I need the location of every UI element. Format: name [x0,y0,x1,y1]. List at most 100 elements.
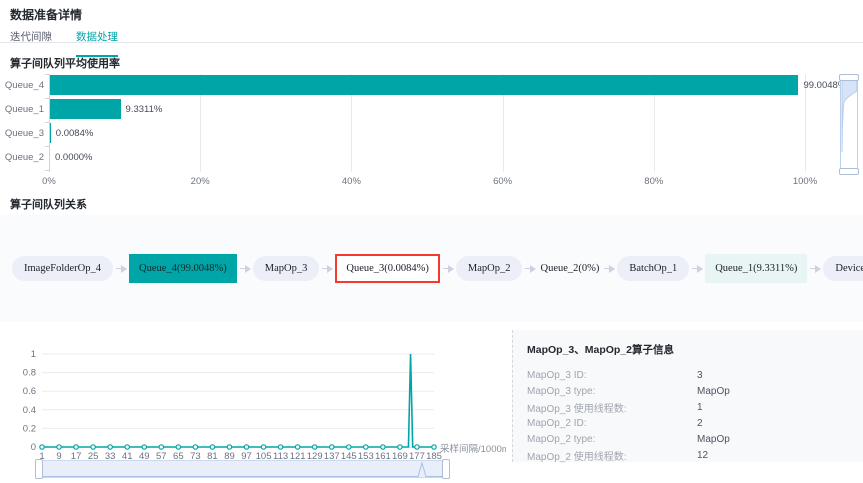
line-chart-data-marker[interactable] [193,445,197,449]
tab-data-processing[interactable]: 数据处理 [76,29,118,57]
info-row-value: MapOp [697,386,730,397]
info-row: MapOp_2 使用线程数:12 [527,447,851,463]
bar-category-label: Queue_3 [0,128,44,139]
usage-bar-queue_3[interactable] [50,123,51,143]
datazoom-handle-left[interactable] [35,459,43,479]
info-row-value: 2 [697,418,703,429]
line-chart-y-tick: 0.8 [23,368,36,379]
line-chart-data-marker[interactable] [398,445,402,449]
datazoom-handle-top[interactable] [839,74,859,81]
line-chart-y-tick: 0.6 [23,386,36,397]
datazoom-shadow [841,77,857,172]
arrow-head-icon [327,265,333,273]
line-chart-data-marker[interactable] [432,445,436,449]
operator-info-rows: MapOp_3 ID:3MapOp_3 type:MapOpMapOp_3 使用… [527,367,851,463]
bar-value-label: 9.3311% [126,104,163,115]
info-row-label: MapOp_2 使用线程数: [527,448,697,463]
info-row-label: MapOp_3 使用线程数: [527,400,697,415]
info-row: MapOp_2 type:MapOp [527,431,851,447]
info-row: MapOp_2 ID:2 [527,415,851,431]
flow-arrow [443,268,453,269]
line-chart-y-tick: 0.2 [23,423,36,434]
bar-chart-x-tick: 20% [191,176,210,187]
info-row: MapOp_3 type:MapOp [527,383,851,399]
flow-arrow [322,268,332,269]
arrow-head-icon [530,265,536,273]
flow-node-op-mapop_3[interactable]: MapOp_3 [253,256,320,281]
line-chart-y-tick: 1 [31,349,36,360]
queue-usage-chart: 0%20%40%60%80%100%Queue_499.0048%Queue_1… [0,68,863,186]
bar-value-label: 0.0084% [56,128,94,139]
flow-arrow [810,268,820,269]
info-row-value: MapOp [697,434,730,445]
line-chart-data-marker[interactable] [244,445,248,449]
arrow-head-icon [697,265,703,273]
usage-bar-queue_4[interactable] [50,75,798,95]
info-row-value: 1 [697,402,703,413]
line-chart-data-marker[interactable] [125,445,129,449]
bar-chart-axis-tick [45,122,49,123]
datazoom-handle-bottom[interactable] [839,168,859,175]
line-chart-data-marker[interactable] [40,445,44,449]
line-chart-data-marker[interactable] [210,445,214,449]
info-row: MapOp_3 ID:3 [527,367,851,383]
queue-sampling-svg: 00.20.40.60.8119172533414957657381899710… [0,340,505,462]
line-chart-data-marker[interactable] [330,445,334,449]
flow-arrow [116,268,126,269]
data-preparation-details-page: 数据准备详情 迭代间隙数据处理 算子间队列平均使用率 0%20%40%60%80… [0,0,863,483]
line-chart-data-marker[interactable] [381,445,385,449]
flow-node-queue-queue_1[interactable]: Queue_1(9.3311%) [705,254,807,283]
horizontal-datazoom-slider[interactable] [38,460,447,478]
flow-node-op-batchop_1[interactable]: BatchOp_1 [617,256,689,281]
arrow-head-icon [245,265,251,273]
info-row-label: MapOp_3 type: [527,386,697,397]
flow-arrow [692,268,702,269]
line-chart-data-marker[interactable] [57,445,61,449]
line-chart-y-tick: 0 [31,442,36,453]
page-title: 数据准备详情 [10,6,82,23]
tab-divider [0,42,863,43]
arrow-head-icon [448,265,454,273]
operator-info-title: MapOp_3、MapOp_2算子信息 [527,342,851,357]
bar-category-label: Queue_2 [0,152,44,163]
flow-node-op-devicequeueop_0[interactable]: DeviceQueueOp_0 [823,256,863,281]
line-chart-data-marker[interactable] [295,445,299,449]
line-chart-data-marker[interactable] [364,445,368,449]
line-chart-data-marker[interactable] [142,445,146,449]
bar-chart-x-tick: 0% [42,176,56,187]
line-chart-data-marker[interactable] [227,445,231,449]
arrow-head-icon [815,265,821,273]
info-row-label: MapOp_2 ID: [527,418,697,429]
operator-info-panel: MapOp_3、MapOp_2算子信息 MapOp_3 ID:3MapOp_3 … [512,330,863,462]
vertical-datazoom-slider[interactable] [840,76,858,173]
line-chart-data-marker[interactable] [159,445,163,449]
info-row: MapOp_3 使用线程数:1 [527,399,851,415]
bar-category-label: Queue_1 [0,104,44,115]
usage-bar-queue_1[interactable] [50,99,121,119]
flow-node-op-imagefolderop_4[interactable]: ImageFolderOp_4 [12,256,113,281]
flow-node-op-mapop_2[interactable]: MapOp_2 [456,256,523,281]
line-chart-data-marker[interactable] [108,445,112,449]
bar-chart-x-tick: 100% [793,176,817,187]
line-chart-data-marker[interactable] [74,445,78,449]
queue-usage-line-series[interactable] [42,354,434,447]
line-chart-data-marker[interactable] [91,445,95,449]
line-chart-data-marker[interactable] [347,445,351,449]
flow-node-queue-queue_2[interactable]: Queue_2(0%) [538,254,601,283]
queue-sampling-chart: 00.20.40.60.8119172533414957657381899710… [0,340,505,462]
datazoom-mini-spike [39,461,446,477]
datazoom-handle-right[interactable] [442,459,450,479]
line-chart-data-marker[interactable] [312,445,316,449]
flow-node-queue-queue_4[interactable]: Queue_4(99.0048%) [129,254,237,283]
line-chart-data-marker[interactable] [261,445,265,449]
flow-node-queue-queue_3[interactable]: Queue_3(0.0084%) [335,254,440,283]
line-chart-data-marker[interactable] [176,445,180,449]
line-chart-data-marker[interactable] [278,445,282,449]
info-row-label: MapOp_3 ID: [527,370,697,381]
line-chart-x-axis-label: 采样间隔/1000ms [440,441,506,455]
tab-bar: 迭代间隙数据处理 [10,27,142,43]
arrow-head-icon [121,265,127,273]
section-title-queue-relation: 算子间队列关系 [10,196,87,212]
bar-chart-x-tick: 80% [644,176,663,187]
line-chart-data-marker[interactable] [415,445,419,449]
